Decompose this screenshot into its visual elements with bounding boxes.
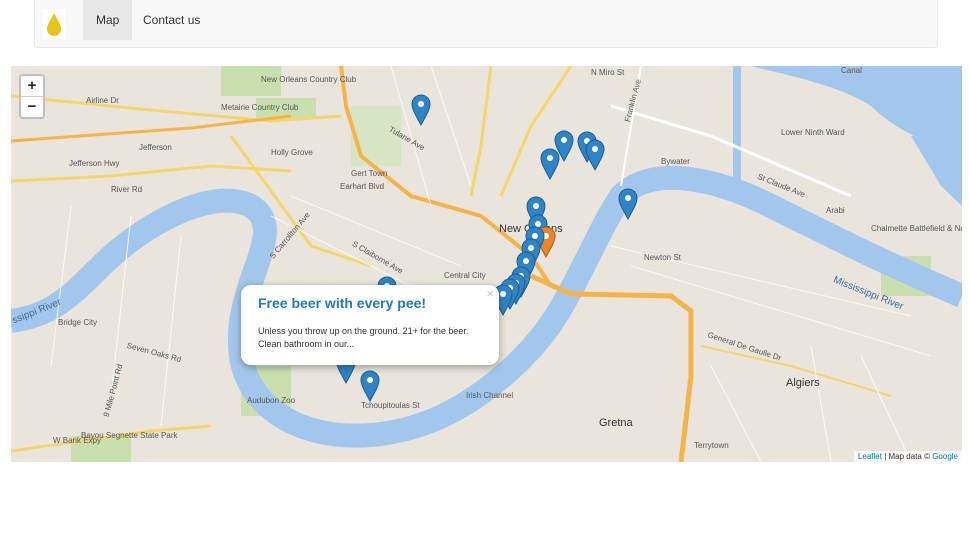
label-jefferson-hwy: Jefferson Hwy [69, 159, 120, 168]
label-holly-grove: Holly Grove [271, 148, 313, 157]
marker-pin-icon [585, 139, 605, 171]
label-lower-ninth: Lower Ninth Ward [781, 128, 845, 137]
label-w-bank-expy: W Bank Expy [53, 436, 102, 445]
marker-pin-icon [360, 370, 380, 402]
popup-body: Unless you throw up on the ground. 21+ f… [258, 326, 469, 349]
marker-pin-icon [618, 188, 638, 220]
label-irish-channel: Irish Channel [466, 391, 514, 400]
label-new-orleans-cc: New Orleans Country Club [261, 75, 357, 84]
marker-pin-icon [554, 130, 574, 162]
map-marker[interactable] [360, 370, 380, 402]
popup-title: Free beer with every pee! [258, 295, 427, 311]
label-gert-town: Gert Town [351, 169, 388, 178]
zoom-in-button[interactable]: + [21, 76, 43, 96]
zoom-out-button[interactable]: − [21, 96, 43, 117]
map-popup: × Free beer with every pee! Unless you t… [241, 285, 499, 365]
popup-close-button[interactable]: × [486, 286, 494, 301]
nav-contact-us[interactable]: Contact us [130, 0, 213, 40]
label-arabi: Arabi [826, 206, 845, 215]
map-attribution: Leaflet | Map data © Google [853, 451, 962, 462]
zoom-control: + − [19, 74, 45, 119]
label-gretna: Gretna [599, 417, 633, 429]
attribution-separator: | Map data © [881, 452, 933, 461]
label-central-city: Central City [444, 271, 486, 280]
map-tiles [11, 66, 962, 462]
label-jefferson: Jefferson [139, 143, 172, 152]
label-airline-dr: Airline Dr [86, 96, 119, 105]
label-terrytown: Terrytown [694, 441, 729, 450]
map-marker[interactable] [618, 188, 638, 220]
google-link[interactable]: Google [932, 452, 958, 461]
canal [733, 66, 741, 196]
label-algiers: Algiers [786, 377, 820, 389]
label-canal: Canal [841, 66, 862, 75]
droplet-icon [43, 9, 65, 39]
label-newton: Newton St [644, 253, 681, 262]
label-tchoupitoulas: Tchoupitoulas St [361, 401, 420, 410]
map-view[interactable]: New Orleans Country Club Metairie Countr… [11, 66, 962, 462]
label-metairie-cc: Metairie Country Club [221, 103, 299, 112]
marker-pin-icon [411, 94, 431, 126]
leaflet-link[interactable]: Leaflet [858, 452, 882, 461]
label-river-rd: River Rd [111, 185, 143, 194]
label-bywater: Bywater [661, 157, 690, 166]
label-bridge-city: Bridge City [58, 318, 98, 327]
navbar: Map Contact us [34, 0, 938, 48]
label-audubon-zoo: Audubon Zoo [247, 396, 296, 405]
label-earhart: Earhart Blvd [340, 182, 385, 191]
map-marker[interactable] [554, 130, 574, 162]
label-n-miro: N Miro St [591, 68, 625, 77]
brand-logo[interactable] [35, 0, 73, 48]
label-chalmette: Chalmette Battlefield & National Cemeter… [871, 224, 962, 233]
nav-map[interactable]: Map [83, 0, 133, 40]
map-marker[interactable] [585, 139, 605, 171]
map-marker[interactable] [411, 94, 431, 126]
